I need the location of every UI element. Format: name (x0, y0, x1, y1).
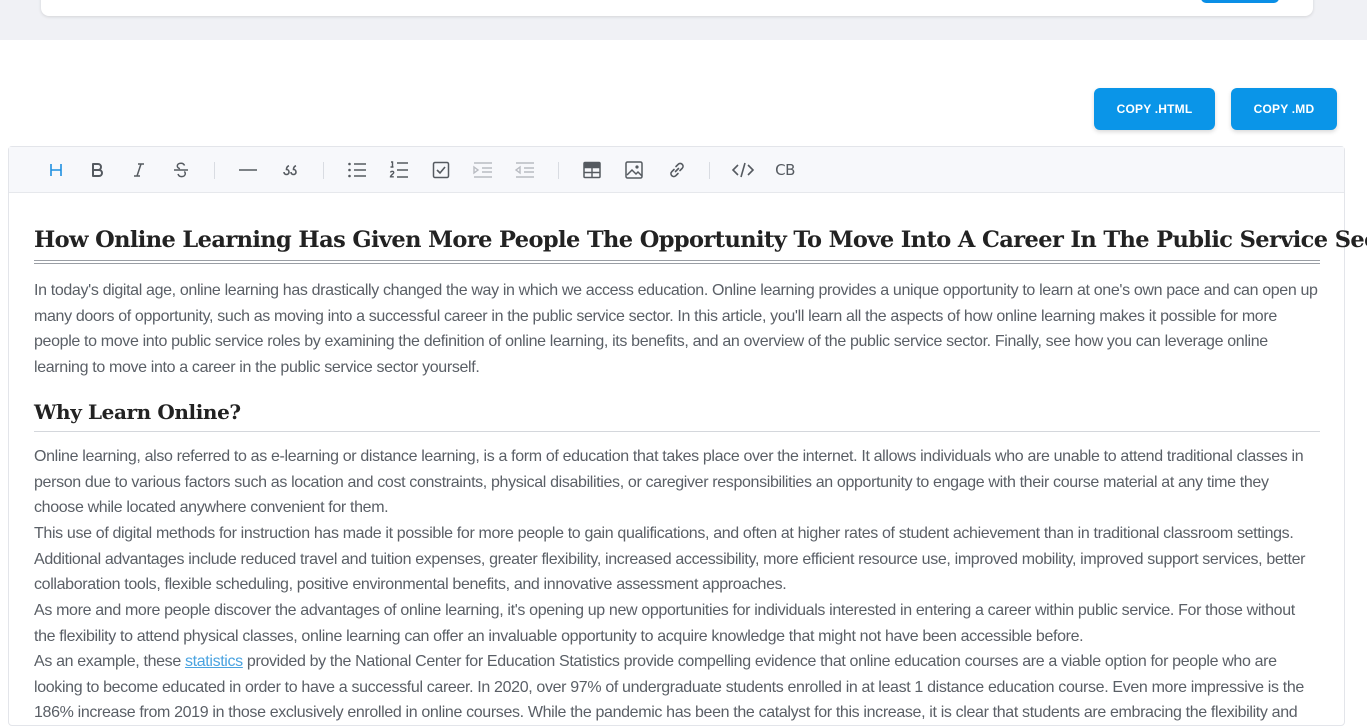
editor-toolbar: CB (9, 147, 1344, 193)
top-band (0, 0, 1367, 40)
ordered-list-icon[interactable] (385, 157, 413, 183)
intro-paragraph: In today's digital age, online learning … (34, 282, 1318, 376)
italic-icon[interactable] (125, 157, 153, 183)
bold-icon[interactable] (83, 157, 111, 183)
strikethrough-icon[interactable] (167, 157, 195, 183)
code-block-button[interactable]: CB (771, 157, 799, 183)
copy-html-button[interactable]: COPY .HTML (1094, 88, 1215, 130)
table-icon[interactable] (578, 157, 606, 183)
top-card (41, 0, 1313, 16)
link-icon[interactable] (663, 157, 691, 183)
document-title: How Online Learning Has Given More Peopl… (34, 227, 1367, 253)
toolbar-divider (709, 162, 710, 179)
paragraph: This use of digital methods for instruct… (34, 525, 1306, 594)
heading-icon[interactable] (42, 157, 70, 183)
quote-icon[interactable] (276, 157, 304, 183)
copy-md-button[interactable]: COPY .MD (1231, 88, 1337, 130)
section-heading: Why Learn Online? (34, 400, 241, 424)
section-underline (34, 431, 1320, 432)
title-underline (34, 260, 1320, 264)
toolbar-divider (323, 162, 324, 179)
top-card-button[interactable] (1201, 0, 1279, 3)
horizontal-rule-icon[interactable] (234, 157, 262, 183)
indent-icon[interactable] (469, 157, 497, 183)
toolbar-divider (558, 162, 559, 179)
statistics-link[interactable]: statistics (185, 653, 243, 670)
paragraph: As more and more people discover the adv… (34, 602, 1295, 645)
image-icon[interactable] (620, 157, 648, 183)
code-icon[interactable] (729, 157, 757, 183)
bullet-list-icon[interactable] (343, 157, 371, 183)
example-paragraph: As an example, these statistics provided… (34, 649, 1320, 726)
example-prefix: As an example, these (34, 653, 185, 670)
task-list-icon[interactable] (427, 157, 455, 183)
toolbar-divider (214, 162, 215, 179)
outdent-icon[interactable] (511, 157, 539, 183)
paragraph: Online learning, also referred to as e-l… (34, 448, 1304, 517)
markdown-editor: CB How Online Learning Has Given More Pe… (8, 146, 1367, 726)
